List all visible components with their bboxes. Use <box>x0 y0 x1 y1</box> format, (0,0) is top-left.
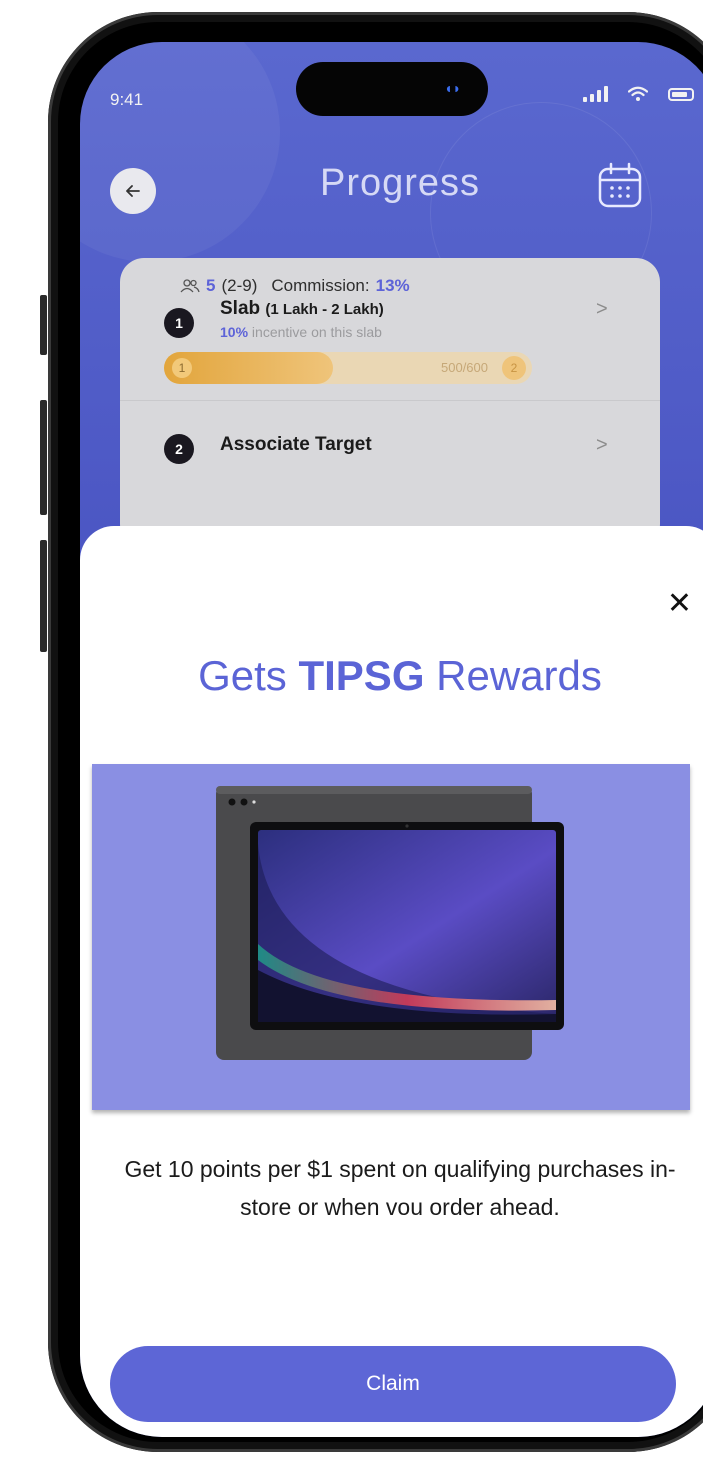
claim-button[interactable]: Claim <box>110 1346 676 1422</box>
commission-pct: 13% <box>375 276 410 295</box>
progress-end-level: 2 <box>502 356 526 380</box>
activity-icon: ◖◗ <box>444 80 461 96</box>
associate-count: 5 <box>206 276 216 295</box>
progress-start-level: 1 <box>172 358 192 378</box>
commission-label: Commission: <box>271 276 370 295</box>
promo-image <box>92 764 690 1110</box>
slab-range: (1 Lakh - 2 Lakh) <box>265 301 384 318</box>
slab-title-label: Slab <box>220 298 261 319</box>
slab-incentive: 10% incentive on this slab <box>220 324 382 340</box>
rewards-brand: TIPSG <box>298 652 425 699</box>
wifi-icon <box>628 86 648 101</box>
rewards-title-post: Rewards <box>436 652 602 699</box>
tablet-image <box>216 786 564 1060</box>
progress-card: 1 Slab (1 Lakh - 2 Lakh) > 10% incentive… <box>120 258 660 548</box>
slab-incentive-pct: 10% <box>220 324 249 340</box>
rewards-title: Gets TIPSG Rewards <box>80 652 703 700</box>
action-button <box>40 295 47 355</box>
slab-progress-bar: 1 500/600 2 <box>164 352 532 384</box>
volume-up-button <box>40 400 47 515</box>
dynamic-island: ◖◗ <box>296 62 488 116</box>
rewards-description: Get 10 points per $1 spent on qualifying… <box>124 1156 676 1220</box>
associate-number-badge: 2 <box>164 434 194 464</box>
volume-down-button <box>40 540 47 652</box>
rewards-title-pre: Gets <box>198 652 287 699</box>
associate-title[interactable]: Associate Target <box>220 434 372 456</box>
slab-chevron-right-icon[interactable]: > <box>596 298 608 321</box>
users-icon <box>180 279 200 293</box>
progress-amount: 500/600 <box>441 360 488 375</box>
bg-glow <box>80 42 280 262</box>
associate-range: (2-9) <box>221 276 258 295</box>
card-divider <box>120 400 660 401</box>
calendar-icon[interactable] <box>594 160 646 212</box>
battery-icon <box>668 87 694 101</box>
screen: 9:41 ◖◗ Progress 1 Slab (1 Lakh - 2 Lakh… <box>80 42 703 1437</box>
status-time: 9:41 <box>110 90 144 109</box>
associate-details: 5 (2-9) Commission: 13% <box>180 276 410 296</box>
slab-title[interactable]: Slab (1 Lakh - 2 Lakh) <box>220 298 384 320</box>
associate-chevron-right-icon[interactable]: > <box>596 434 608 457</box>
slab-number-badge: 1 <box>164 308 194 338</box>
status-icons <box>583 86 694 102</box>
signal-icon <box>583 86 608 102</box>
slab-incentive-text: incentive on this slab <box>251 324 382 340</box>
close-icon[interactable]: ✕ <box>667 586 692 621</box>
rewards-sheet: ✕ Gets TIPSG Rewards Get 10 points per $… <box>80 526 703 1437</box>
